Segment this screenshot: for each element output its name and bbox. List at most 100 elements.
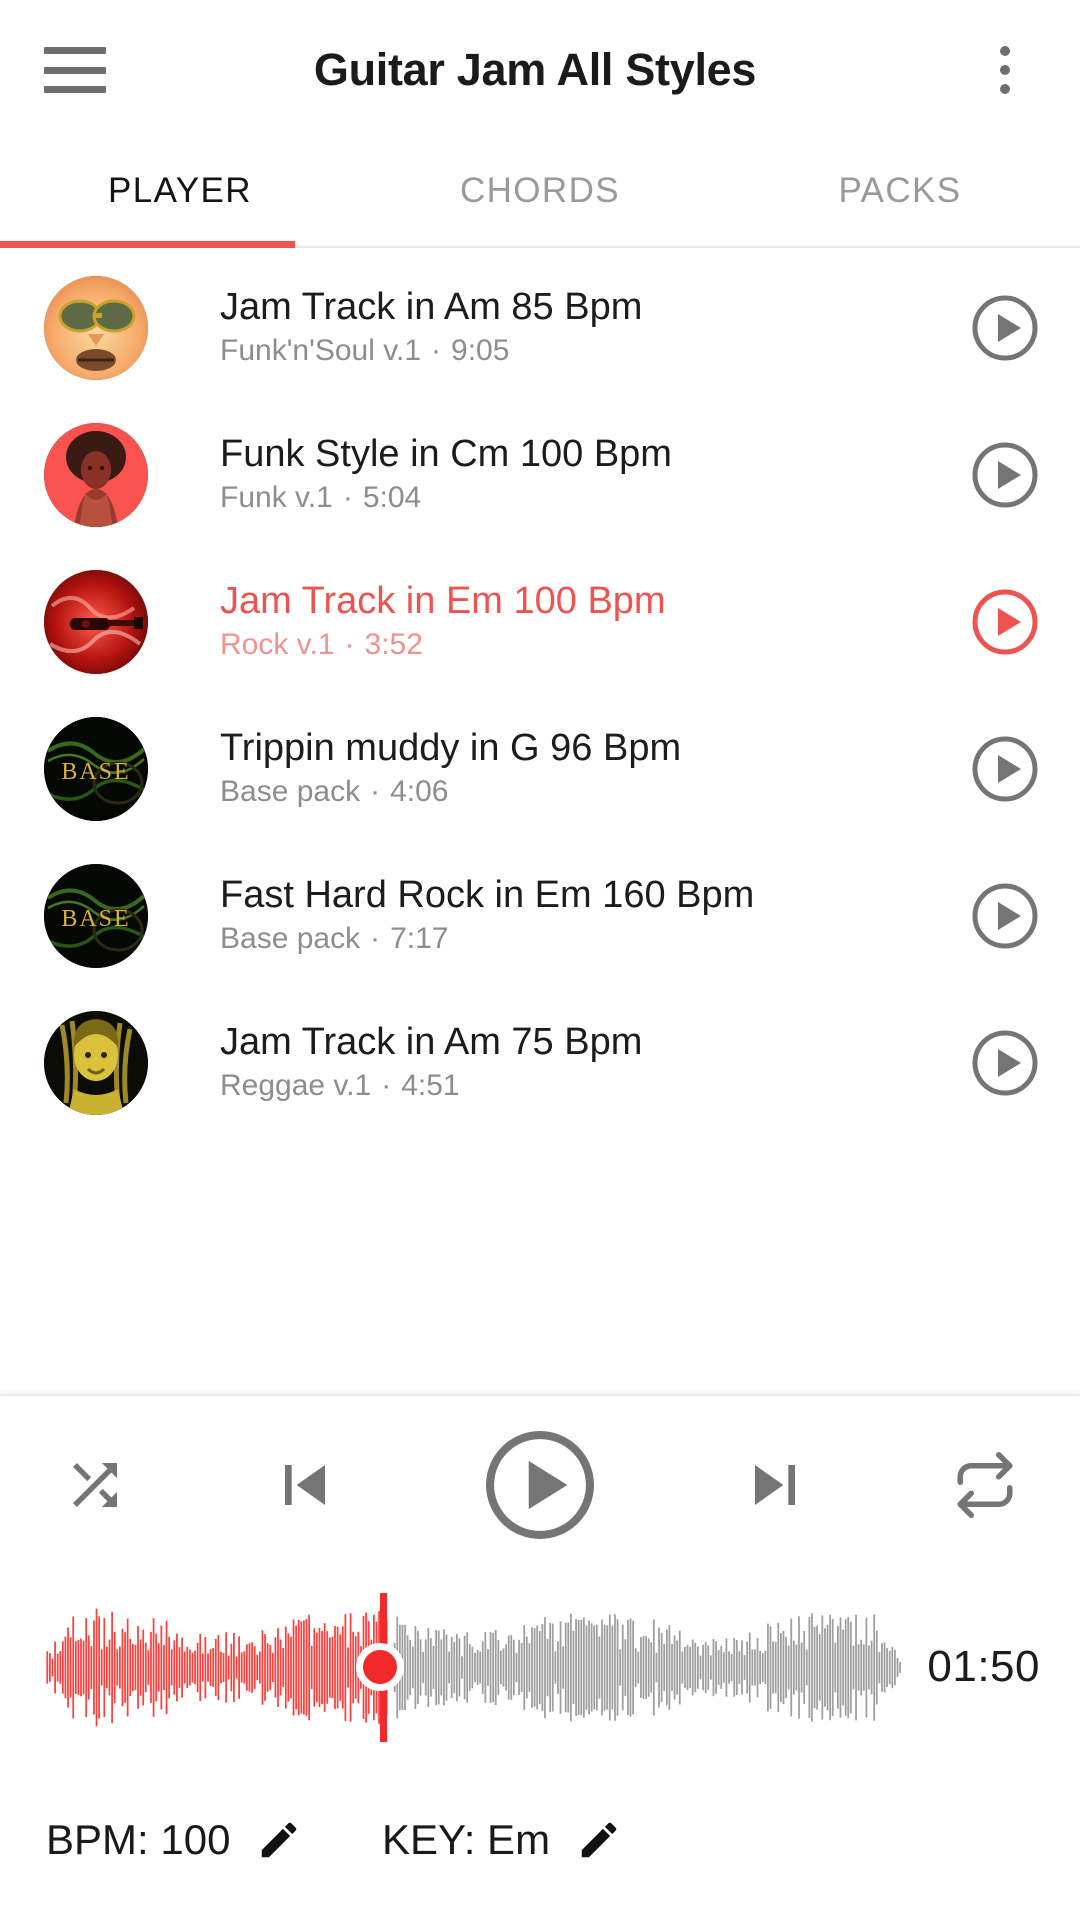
track-play-icon-active[interactable] xyxy=(966,583,1044,661)
waveform-bar xyxy=(785,1636,787,1698)
repeat-icon[interactable] xyxy=(952,1452,1018,1518)
waveform-bar xyxy=(468,1643,471,1691)
waveform-bar xyxy=(144,1642,147,1692)
tab-player[interactable]: PLAYER xyxy=(0,140,360,248)
track-row[interactable]: Jam Track in Am 85 Bpm Funk'n'Soul v.1 · 9… xyxy=(0,254,1080,401)
track-duration: 5:04 xyxy=(362,482,422,514)
track-separator: · xyxy=(344,629,355,661)
waveform-bar xyxy=(549,1622,552,1712)
waveform-bar xyxy=(811,1612,813,1722)
active-tab-indicator xyxy=(0,241,295,248)
track-play-icon[interactable] xyxy=(966,877,1044,955)
waveform-bar xyxy=(54,1641,56,1693)
waveform-bar xyxy=(183,1651,186,1683)
track-row-active[interactable]: Jam Track in Em 100 Bpm Rock v.1 · 3:52 xyxy=(0,548,1080,695)
waveform-seekbar[interactable] xyxy=(46,1592,901,1742)
waveform-bar xyxy=(326,1630,329,1704)
skip-previous-icon[interactable] xyxy=(265,1445,345,1525)
waveform-bar xyxy=(266,1642,269,1692)
waveform-bar xyxy=(111,1611,113,1723)
waveform-bar xyxy=(777,1622,780,1712)
track-row[interactable]: BASE Trippin muddy in G 96 Bpm Base pack… xyxy=(0,695,1080,842)
waveform-graphic xyxy=(46,1608,901,1726)
track-play-icon[interactable] xyxy=(966,730,1044,808)
waveform-bar xyxy=(860,1639,863,1695)
track-row[interactable]: Jam Track in Am 75 Bpm Reggae v.1 · 4:51 xyxy=(0,989,1080,1136)
track-row[interactable]: BASE Fast Hard Rock in Em 160 Bpm Base p… xyxy=(0,842,1080,989)
waveform-bar xyxy=(582,1616,585,1718)
overflow-dot xyxy=(1000,84,1010,94)
app-screen: Guitar Jam All Styles PLAYER CHORDS PACK… xyxy=(0,0,1080,1920)
waveform-bar xyxy=(95,1608,98,1726)
track-play-icon[interactable] xyxy=(966,289,1044,367)
waveform-bar xyxy=(51,1658,54,1676)
waveform-bar xyxy=(663,1643,666,1691)
track-subtitle: Base pack · 7:17 xyxy=(220,923,966,955)
waveform-bar xyxy=(868,1645,870,1689)
waveform-bar xyxy=(139,1638,142,1696)
waveform-bar xyxy=(471,1646,474,1688)
waveform-bar xyxy=(616,1618,619,1716)
waveform-bar xyxy=(541,1623,544,1711)
waveform-bar xyxy=(461,1655,463,1679)
playhead-handle[interactable] xyxy=(355,1643,404,1691)
track-play-icon[interactable] xyxy=(966,1024,1044,1102)
waveform-bar xyxy=(230,1643,233,1691)
waveform-bar xyxy=(800,1641,803,1693)
waveform-bar xyxy=(191,1651,194,1683)
waveform-bar xyxy=(709,1654,712,1680)
tab-packs[interactable]: PACKS xyxy=(720,140,1080,248)
waveform-bar xyxy=(437,1630,440,1704)
waveform-bar xyxy=(181,1636,183,1698)
waveform-bar xyxy=(728,1650,730,1684)
waveform-bar xyxy=(142,1629,145,1705)
track-info: Jam Track in Em 100 Bpm Rock v.1 · 3:52 xyxy=(148,582,966,660)
track-title: Funk Style in Cm 100 Bpm xyxy=(220,435,672,476)
waveform-bar xyxy=(406,1634,409,1700)
waveform-bar xyxy=(756,1637,759,1697)
waveform-bar xyxy=(824,1627,826,1707)
waveform-bar xyxy=(318,1627,321,1707)
skip-next-icon[interactable] xyxy=(735,1445,815,1525)
waveform-bar xyxy=(567,1621,570,1713)
waveform-bar xyxy=(847,1616,850,1718)
waveform-bar xyxy=(611,1625,614,1709)
shuffle-icon[interactable] xyxy=(62,1452,128,1518)
track-artwork-afro-woman xyxy=(44,422,148,527)
waveform-bar xyxy=(899,1661,901,1673)
bpm-edit-pencil-icon[interactable] xyxy=(256,1817,302,1863)
tab-chords[interactable]: CHORDS xyxy=(360,140,720,248)
waveform-bar xyxy=(668,1624,671,1710)
waveform-bar xyxy=(686,1644,689,1690)
waveform-bar xyxy=(546,1638,549,1696)
waveform-bar xyxy=(873,1613,876,1721)
waveform-bar xyxy=(264,1633,266,1701)
waveform-bar xyxy=(435,1629,437,1705)
more-vertical-icon[interactable] xyxy=(974,39,1036,101)
waveform-bar xyxy=(481,1640,484,1694)
waveform-bar xyxy=(72,1616,75,1718)
waveform-bar xyxy=(209,1648,212,1686)
track-play-icon[interactable] xyxy=(966,436,1044,514)
waveform-bar xyxy=(287,1632,290,1702)
waveform-bar xyxy=(253,1645,256,1689)
play-circle-icon[interactable] xyxy=(482,1427,598,1543)
waveform-bar xyxy=(725,1637,728,1697)
key-edit-pencil-icon[interactable] xyxy=(576,1817,622,1863)
waveform-bar xyxy=(601,1618,603,1715)
waveform-bar xyxy=(761,1652,764,1682)
waveform-bar xyxy=(712,1638,715,1696)
track-row[interactable]: Funk Style in Cm 100 Bpm Funk v.1 · 5:04 xyxy=(0,401,1080,548)
waveform-bar xyxy=(217,1634,220,1700)
waveform-bar xyxy=(455,1633,458,1701)
player-panel: 01:50 BPM: 100 KEY: Em xyxy=(0,1394,1080,1920)
waveform-bar xyxy=(896,1657,899,1677)
waveform-bar xyxy=(598,1635,601,1699)
waveform-bar xyxy=(137,1625,139,1709)
track-duration: 9:05 xyxy=(451,335,510,367)
waveform-bar xyxy=(331,1636,334,1698)
waveform-bar xyxy=(515,1652,518,1682)
track-info: Jam Track in Am 75 Bpm Reggae v.1 · 4:51 xyxy=(148,1023,966,1101)
waveform-bar xyxy=(458,1638,461,1696)
waveform-bar xyxy=(163,1644,165,1690)
